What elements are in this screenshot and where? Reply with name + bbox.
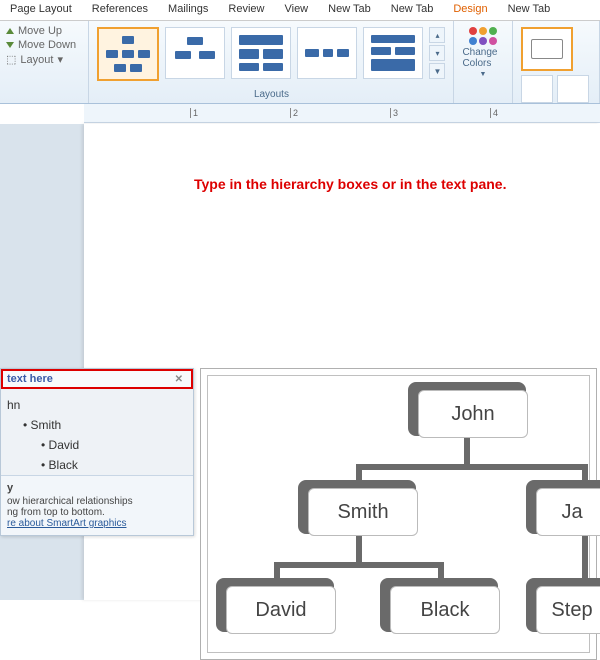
group-label-layouts: Layouts: [93, 88, 449, 101]
layout-scroll-up[interactable]: ▴: [429, 27, 445, 43]
ribbon: Move Up Move Down ⬚ Layout ▾ ▴ ▾ ▼ Layou…: [0, 21, 600, 104]
hierarchy-node-black[interactable]: Black: [380, 578, 500, 634]
list-item[interactable]: Smith: [5, 415, 189, 435]
layout-option-1[interactable]: [97, 27, 159, 81]
ribbon-tabs: Page Layout References Mailings Review V…: [0, 0, 600, 21]
hierarchy-node-john[interactable]: John: [408, 382, 528, 438]
list-item[interactable]: Black: [5, 455, 189, 475]
tab-new-3[interactable]: New Tab: [498, 0, 561, 20]
layout-scroll-down[interactable]: ▾: [429, 45, 445, 61]
group-label-create: [4, 99, 84, 101]
tab-design[interactable]: Design: [443, 0, 497, 20]
tab-review[interactable]: Review: [218, 0, 274, 20]
learn-more-link[interactable]: re about SmartArt graphics: [7, 518, 127, 529]
instruction-text: Type in the hierarchy boxes or in the te…: [194, 176, 506, 192]
hierarchy-node-smith[interactable]: Smith: [298, 480, 418, 536]
arrow-up-icon: [6, 28, 14, 34]
color-dots-icon: [469, 27, 497, 45]
workspace: Type in the hierarchy boxes or in the te…: [0, 124, 600, 600]
tab-page-layout[interactable]: Page Layout: [0, 0, 82, 20]
smartart-canvas[interactable]: John Smith Ja David Black Step: [200, 368, 597, 660]
arrow-down-icon: [6, 42, 14, 48]
tab-new-1[interactable]: New Tab: [318, 0, 381, 20]
hierarchy-node-david[interactable]: David: [216, 578, 336, 634]
change-colors-button[interactable]: Change Colors ▼: [458, 23, 507, 82]
tab-view[interactable]: View: [274, 0, 318, 20]
text-pane-title: text here: [7, 373, 53, 385]
style-option-2[interactable]: [521, 75, 553, 103]
close-icon[interactable]: ✕: [171, 374, 187, 385]
tab-mailings[interactable]: Mailings: [158, 0, 218, 20]
list-item[interactable]: David: [5, 435, 189, 455]
text-pane-header: text here ✕: [1, 369, 193, 389]
style-option-3[interactable]: [557, 75, 589, 103]
tab-new-2[interactable]: New Tab: [381, 0, 444, 20]
tab-references[interactable]: References: [82, 0, 158, 20]
move-down-button[interactable]: Move Down: [6, 39, 82, 51]
list-item[interactable]: hn: [5, 395, 189, 415]
layout-scroll-more[interactable]: ▼: [429, 63, 445, 79]
layout-option-2[interactable]: [165, 27, 225, 79]
hierarchy-node-stephen[interactable]: Step: [526, 578, 600, 634]
layout-option-4[interactable]: [297, 27, 357, 79]
layout-scroll: ▴ ▾ ▼: [429, 27, 445, 79]
horizontal-ruler: 1 2 3 4: [84, 104, 600, 123]
text-pane-footer: y ow hierarchical relationships ng from …: [1, 475, 193, 535]
layout-option-3[interactable]: [231, 27, 291, 79]
style-option-1[interactable]: [521, 27, 573, 71]
smartart-text-pane: text here ✕ hn Smith David Black James S…: [0, 368, 194, 536]
layout-button[interactable]: ⬚ Layout ▾: [6, 53, 82, 66]
layout-option-5[interactable]: [363, 27, 423, 79]
hierarchy-node-james[interactable]: Ja: [526, 480, 600, 536]
move-up-button[interactable]: Move Up: [6, 25, 82, 37]
